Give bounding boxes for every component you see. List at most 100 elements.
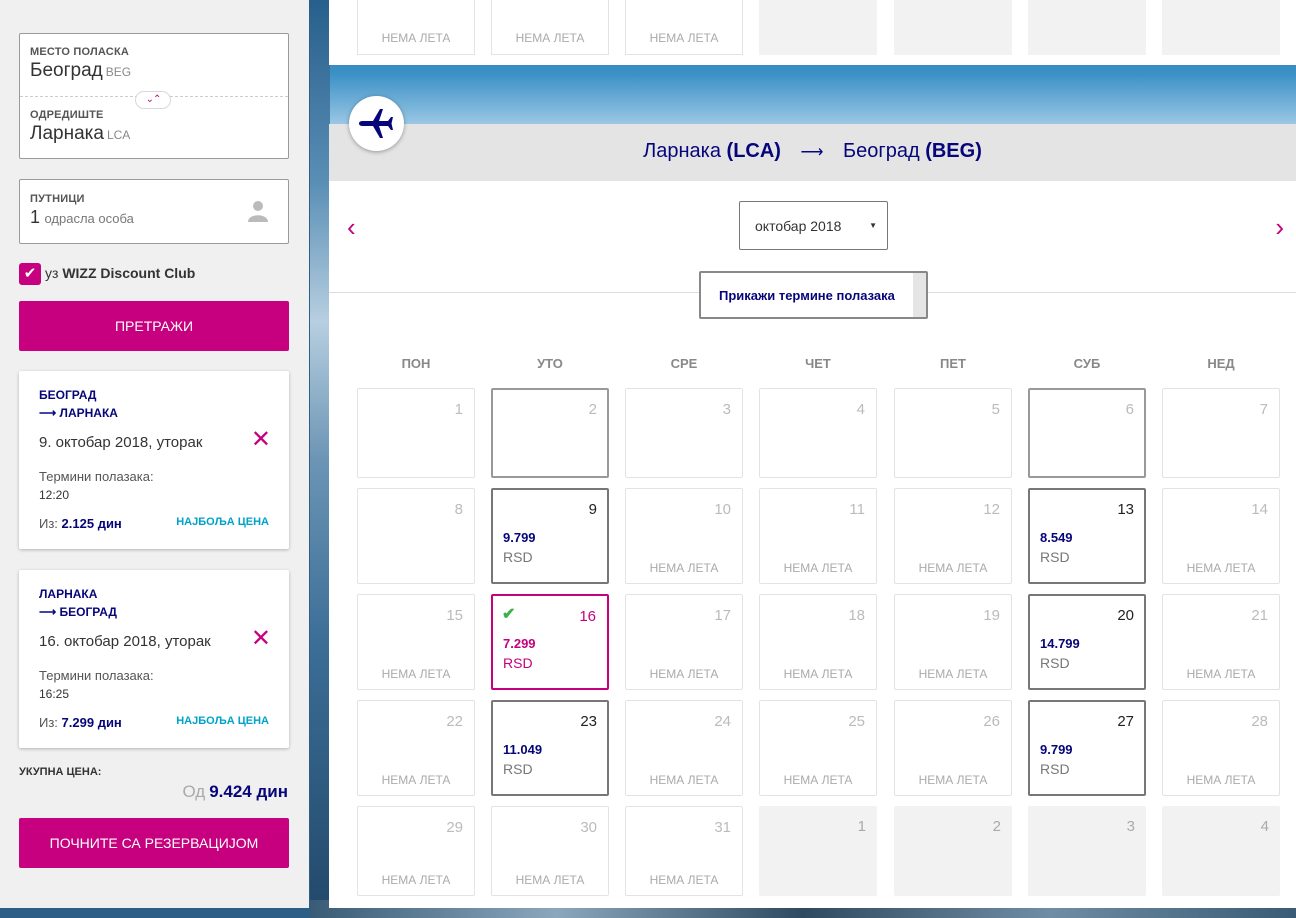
no-flight-text: НЕМА ЛЕТА xyxy=(381,31,451,45)
wizz-discount-checkbox[interactable]: ✔ xyxy=(19,263,41,285)
calendar-cell: НЕМА ЛЕТА xyxy=(625,0,743,55)
passengers-text: одрасла особа xyxy=(44,211,134,226)
calendar-day[interactable]: 2 xyxy=(491,388,609,478)
price-value: 7.299 дин xyxy=(61,715,122,730)
route-from-city: Ларнака xyxy=(643,140,721,162)
scrollbar[interactable] xyxy=(913,273,926,317)
calendar-day: 26 НЕМА ЛЕТА xyxy=(894,700,1012,796)
route-to-code: (BEG) xyxy=(925,140,982,162)
day-number: 3 xyxy=(722,401,731,418)
day-number: 29 xyxy=(446,819,463,836)
no-flight-text: НЕМА ЛЕТА xyxy=(515,873,585,887)
day-price: 11.049 xyxy=(503,742,543,757)
day-currency: RSD xyxy=(503,655,533,671)
day-number: 27 xyxy=(1117,713,1134,730)
day-number: 18 xyxy=(848,607,865,624)
total-value: 9.424 дин xyxy=(209,782,288,801)
day-number: 24 xyxy=(714,713,731,730)
no-flight-text: НЕМА ЛЕТА xyxy=(918,561,988,575)
day-number: 14 xyxy=(1251,501,1268,518)
swap-icon: ⌄⌃ xyxy=(145,94,162,105)
calendar-cell-empty xyxy=(1162,0,1280,55)
day-number: 9 xyxy=(588,501,597,518)
day-number: 5 xyxy=(991,401,1000,418)
flight-price: Из: 7.299 дин xyxy=(39,715,122,730)
calendar-day[interactable]: 6 xyxy=(1028,388,1146,478)
calendar-day: 4 xyxy=(759,388,877,478)
calendar-day: 15 НЕМА ЛЕТА xyxy=(357,594,475,690)
remove-flight-icon[interactable]: ✕ xyxy=(251,428,271,452)
flight-price: Из: 2.125 дин xyxy=(39,516,122,531)
wizz-discount-label: уз WIZZ Discount Club xyxy=(45,265,195,281)
next-month-icon[interactable]: › xyxy=(1275,212,1284,243)
no-flight-text: НЕМА ЛЕТА xyxy=(381,773,451,787)
day-currency: RSD xyxy=(1040,549,1070,565)
origin-field[interactable]: МЕСТО ПОЛАСКА Београд BEG xyxy=(30,46,131,82)
day-number: 30 xyxy=(580,819,597,836)
day-number: 11 xyxy=(849,501,865,518)
day-number: 19 xyxy=(983,607,1000,624)
no-flight-text: НЕМА ЛЕТА xyxy=(1186,667,1256,681)
airplane-icon xyxy=(359,109,393,138)
origin-code: BEG xyxy=(105,65,132,79)
day-price: 7.299 xyxy=(503,636,536,651)
destination-field[interactable]: ОДРЕДИШТЕ Ларнака LCA xyxy=(30,109,130,145)
month-select[interactable]: октобар 2018 ▼ xyxy=(739,201,888,250)
day-number: 6 xyxy=(1125,401,1134,418)
check-icon: ✔ xyxy=(502,606,516,623)
price-value: 2.125 дин xyxy=(61,516,122,531)
no-flight-text: НЕМА ЛЕТА xyxy=(1186,773,1256,787)
swap-route-button[interactable]: ⌄⌃ xyxy=(135,91,171,109)
flight-to: ⟶ ЛАРНАКА xyxy=(39,406,118,420)
day-number: 16 xyxy=(579,608,596,625)
calendar-day-available[interactable]: 13 8.549 RSD xyxy=(1028,488,1146,584)
route-arrow-icon: ⟶ xyxy=(800,144,824,161)
calendar-day: 22 НЕМА ЛЕТА xyxy=(357,700,475,796)
day-number: 3 xyxy=(1126,818,1135,835)
day-price: 9.799 xyxy=(503,530,536,545)
calendar-day-available[interactable]: 23 11.049 RSD xyxy=(491,700,609,796)
start-booking-button[interactable]: ПОЧНИТЕ СА РЕЗЕРВАЦИЈОМ xyxy=(19,818,289,868)
calendar-cell: НЕМА ЛЕТА xyxy=(491,0,609,55)
day-number: 1 xyxy=(454,401,463,418)
wizz-name: WIZZ Discount Club xyxy=(62,265,196,281)
passengers-field[interactable]: ПУТНИЦИ 1 одрасла особа xyxy=(19,179,289,244)
flight-from: ЛАРНАКА xyxy=(39,587,98,601)
day-number: 20 xyxy=(1117,607,1134,624)
caret-down-icon: ▼ xyxy=(869,221,877,230)
remove-flight-icon[interactable]: ✕ xyxy=(251,627,271,651)
flight-date: 9. октобар 2018, уторак xyxy=(39,434,203,451)
calendar-cell-empty xyxy=(759,0,877,55)
calendar-day: 24 НЕМА ЛЕТА xyxy=(625,700,743,796)
person-icon xyxy=(248,201,268,222)
day-number: 2 xyxy=(588,401,597,418)
passengers-label: ПУТНИЦИ xyxy=(30,193,85,205)
passengers-count: 1 xyxy=(30,207,41,227)
previous-month-icon[interactable]: ‹ xyxy=(347,212,356,243)
no-flight-text: НЕМА ЛЕТА xyxy=(649,667,719,681)
weekday-sat: СУБ xyxy=(1073,356,1101,371)
no-flight-text: НЕМА ЛЕТА xyxy=(649,561,719,575)
day-number: 13 xyxy=(1117,501,1134,518)
day-number: 25 xyxy=(848,713,865,730)
calendar-day-next-month: 2 xyxy=(894,806,1012,896)
show-departure-times-button[interactable]: Прикажи термине полазака xyxy=(699,271,928,319)
price-prefix: Из: xyxy=(39,715,58,730)
calendar-cell-empty xyxy=(1028,0,1146,55)
day-number: 1 xyxy=(857,818,866,835)
origin-city: Београд xyxy=(30,60,103,81)
calendar-day-available[interactable]: 20 14.799 RSD xyxy=(1028,594,1146,690)
total-price: Од 9.424 дин xyxy=(182,782,288,802)
calendar-day-available[interactable]: 27 9.799 RSD xyxy=(1028,700,1146,796)
day-price: 9.799 xyxy=(1040,742,1073,757)
day-number: 2 xyxy=(992,818,1001,835)
calendar-day: 21 НЕМА ЛЕТА xyxy=(1162,594,1280,690)
calendar-day: 30 НЕМА ЛЕТА xyxy=(491,806,609,896)
weekday-thu: ЧЕТ xyxy=(805,356,831,371)
calendar-day-selected[interactable]: ✔ 16 7.299 RSD xyxy=(491,594,609,690)
no-flight-text: НЕМА ЛЕТА xyxy=(515,31,585,45)
weekday-tue: УТО xyxy=(537,356,563,371)
search-button[interactable]: ПРЕТРАЖИ xyxy=(19,301,289,351)
calendar-day-available[interactable]: 9 9.799 RSD xyxy=(491,488,609,584)
flight-date: 16. октобар 2018, уторак xyxy=(39,633,211,650)
